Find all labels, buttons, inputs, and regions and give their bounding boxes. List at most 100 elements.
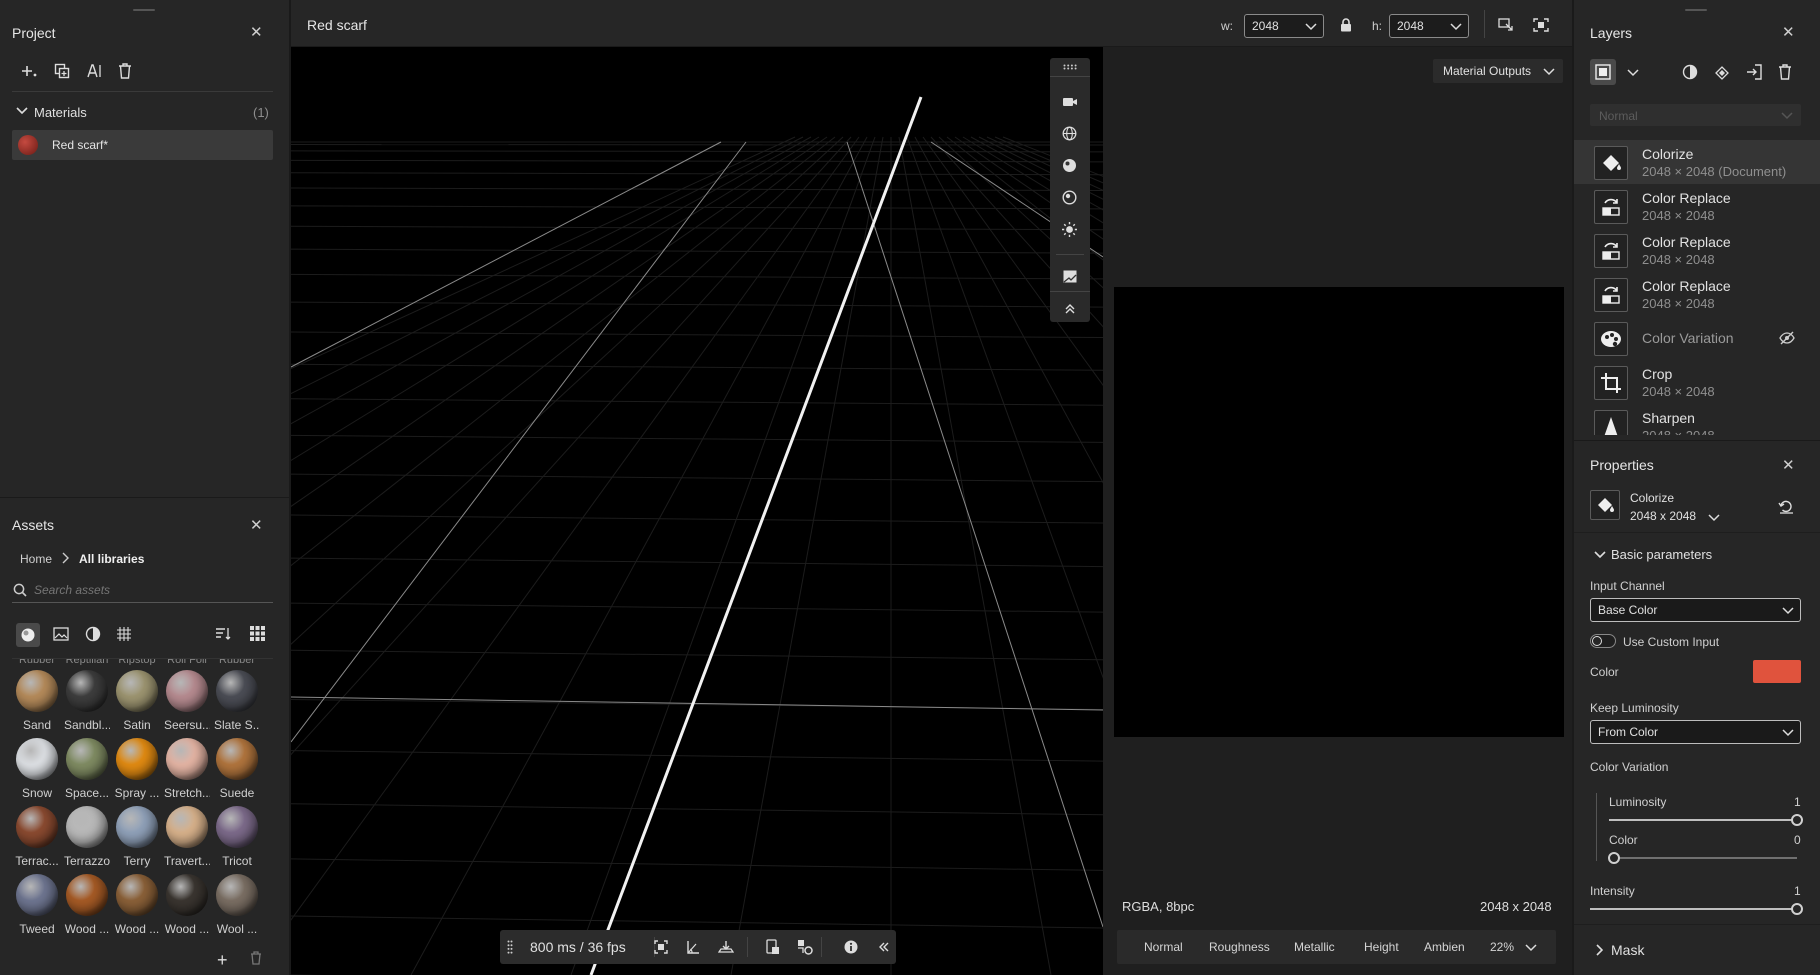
delete-asset-icon[interactable]	[250, 951, 262, 965]
intensity-value[interactable]: 1	[1794, 884, 1801, 898]
info-icon[interactable]	[844, 940, 858, 954]
delete-icon[interactable]	[118, 63, 132, 79]
asset-item[interactable]: Space...	[64, 738, 110, 800]
reset-icon[interactable]	[1778, 500, 1794, 514]
asset-item[interactable]: Wool ...	[214, 874, 260, 936]
asset-item[interactable]: Terry	[114, 806, 160, 868]
asset-item[interactable]: Sandbl...	[64, 670, 110, 732]
asset-item[interactable]: Wood ...	[64, 874, 110, 936]
layer-item[interactable]: Color Replace 2048 × 2048	[1574, 184, 1820, 228]
asset-item[interactable]: Terrazzo	[64, 806, 110, 868]
height-select[interactable]: 2048	[1389, 14, 1469, 38]
close-icon[interactable]: ✕	[250, 23, 263, 41]
fit-view-icon[interactable]	[1533, 18, 1549, 32]
asset-item[interactable]: Travert...	[164, 806, 210, 868]
channel-tab-roughness[interactable]: Roughness	[1209, 940, 1270, 954]
asset-item[interactable]: Wood ...	[164, 874, 210, 936]
breadcrumb-home[interactable]: Home	[20, 552, 52, 566]
panel-grip[interactable]	[1685, 9, 1707, 11]
import-icon[interactable]	[1746, 64, 1762, 80]
fill-layer-icon[interactable]	[1714, 64, 1730, 80]
asset-item[interactable]: Slate S...	[214, 670, 260, 732]
resize-document-icon[interactable]	[1498, 18, 1514, 32]
delete-layer-icon[interactable]	[1778, 64, 1792, 80]
close-icon[interactable]: ✕	[1782, 456, 1795, 474]
pattern-filter-icon[interactable]	[116, 626, 132, 642]
chevron-down-icon[interactable]	[1525, 941, 1537, 953]
3d-viewport[interactable]	[291, 47, 1103, 975]
material-row[interactable]: Red scarf*	[12, 130, 273, 160]
luminosity-value[interactable]: 1	[1794, 795, 1801, 809]
cv-color-value[interactable]: 0	[1794, 833, 1801, 847]
drag-handle-icon[interactable]	[1063, 64, 1077, 70]
input-channel-select[interactable]: Base Color	[1590, 598, 1801, 622]
grid-view-icon[interactable]	[250, 626, 265, 641]
panel-grip[interactable]	[133, 9, 155, 11]
layer-item[interactable]: Color Replace 2048 × 2048	[1574, 272, 1820, 316]
layer-item[interactable]: Colorize 2048 × 2048 (Document)	[1574, 140, 1820, 184]
texture-preview[interactable]	[1114, 287, 1564, 737]
color-swatch[interactable]	[1753, 660, 1801, 683]
ground-plane-icon[interactable]	[718, 940, 734, 954]
asset-item[interactable]: Tricot	[214, 806, 260, 868]
tiling-settings-icon[interactable]	[797, 939, 813, 955]
duplicate-icon[interactable]	[54, 63, 70, 79]
chevron-down-icon[interactable]	[1627, 66, 1639, 78]
angle-icon[interactable]	[686, 940, 700, 954]
mask-section[interactable]: Mask	[1611, 942, 1644, 958]
materials-filter-button[interactable]	[16, 623, 40, 647]
lock-icon[interactable]	[1340, 18, 1352, 32]
environment-globe-icon[interactable]	[1062, 126, 1077, 141]
channel-tab-metallic[interactable]: Metallic	[1294, 940, 1335, 954]
asset-item[interactable]: Stretch...	[164, 738, 210, 800]
asset-item[interactable]: Tweed	[14, 874, 60, 936]
asset-item[interactable]: Wood ...	[114, 874, 160, 936]
intensity-slider[interactable]	[1590, 908, 1797, 910]
channel-tab-ambient[interactable]: Ambien	[1424, 940, 1466, 954]
chevron-down-icon[interactable]	[16, 106, 28, 116]
chevron-down-icon[interactable]	[1594, 550, 1606, 560]
sort-icon[interactable]	[215, 627, 231, 641]
add-layer-button[interactable]	[1590, 59, 1616, 85]
basic-parameters-section[interactable]: Basic parameters	[1611, 547, 1712, 562]
asset-item[interactable]: Suede	[214, 738, 260, 800]
layer-item[interactable]: Crop 2048 × 2048	[1574, 360, 1820, 404]
channel-tab-height[interactable]: Height	[1364, 940, 1399, 954]
display-settings-icon[interactable]	[1063, 270, 1077, 283]
new-material-icon[interactable]	[20, 63, 38, 79]
cv-color-slider[interactable]	[1609, 857, 1797, 859]
layer-item[interactable]: Color Variation	[1574, 316, 1820, 360]
camera-icon[interactable]	[1062, 96, 1078, 108]
cv-color-slider-knob[interactable]	[1608, 852, 1620, 864]
use-custom-input-toggle[interactable]	[1590, 634, 1616, 648]
asset-item[interactable]: Satin	[114, 670, 160, 732]
export-screenshot-icon[interactable]	[766, 939, 780, 955]
asset-item[interactable]: Sand	[14, 670, 60, 732]
chevron-right-icon[interactable]	[1595, 944, 1603, 956]
asset-item[interactable]: Snow	[14, 738, 60, 800]
sun-light-icon[interactable]	[1061, 221, 1078, 238]
material-outputs-select[interactable]: Material Outputs	[1433, 59, 1563, 83]
hidden-eye-icon[interactable]	[1779, 331, 1795, 345]
lighting-rotate-icon[interactable]	[1062, 190, 1077, 205]
materials-section[interactable]: Materials	[34, 105, 87, 120]
filter-adjust-icon[interactable]	[85, 626, 101, 642]
zoom-level[interactable]: 22%	[1490, 940, 1514, 954]
keep-luminosity-select[interactable]: From Color	[1590, 720, 1801, 744]
asset-item[interactable]: Terrac...	[14, 806, 60, 868]
image-filter-icon[interactable]	[53, 627, 69, 641]
collapse-up-icon[interactable]	[1064, 303, 1076, 315]
channel-tab-normal[interactable]: Normal	[1144, 940, 1183, 954]
collapse-left-icon[interactable]	[878, 941, 890, 953]
luminosity-slider[interactable]	[1609, 819, 1797, 821]
add-asset-button[interactable]: +	[217, 950, 228, 971]
close-icon[interactable]: ✕	[1782, 23, 1795, 41]
width-select[interactable]: 2048	[1244, 14, 1324, 38]
adjustment-layer-icon[interactable]	[1682, 64, 1698, 80]
breadcrumb-current[interactable]: All libraries	[79, 552, 144, 566]
material-shading-icon[interactable]	[1062, 158, 1077, 173]
close-icon[interactable]: ✕	[250, 516, 263, 534]
frame-icon[interactable]	[654, 940, 668, 954]
asset-item[interactable]: Seersu...	[164, 670, 210, 732]
drag-handle-icon[interactable]	[507, 940, 513, 954]
